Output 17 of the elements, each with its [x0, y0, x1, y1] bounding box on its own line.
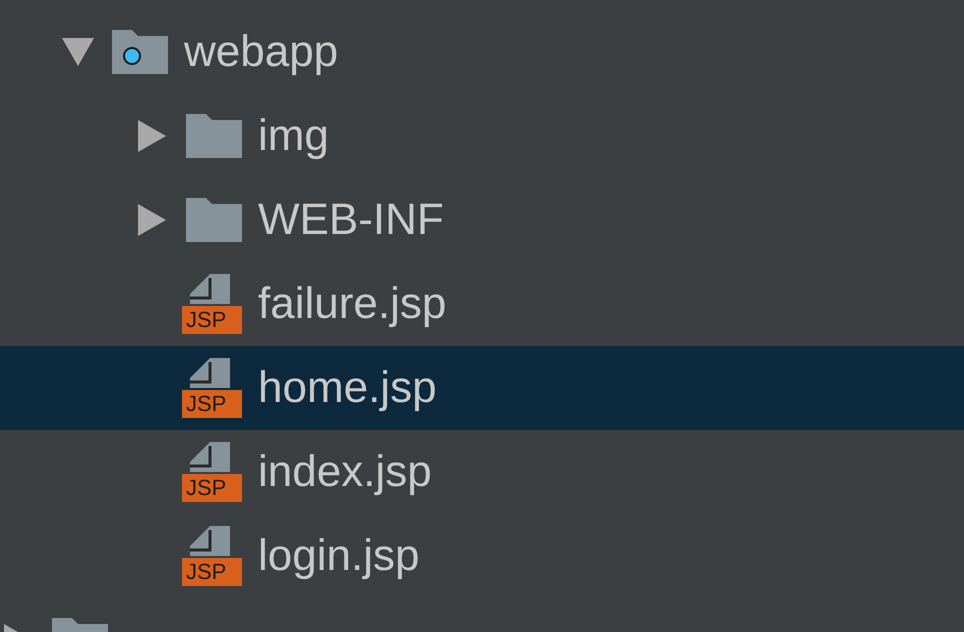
file-name: img — [258, 110, 329, 162]
tree-row[interactable]: JSP login.jsp — [0, 514, 964, 598]
folder-icon — [186, 114, 242, 158]
tree-row[interactable]: img — [0, 94, 964, 178]
file-name: index.jsp — [258, 446, 432, 498]
tree-row[interactable]: JSP home.jsp — [0, 346, 964, 430]
file-name: home.jsp — [258, 362, 437, 414]
source-folder-icon — [112, 30, 168, 74]
file-name: login.jsp — [258, 530, 420, 582]
file-name: WEB-INF — [258, 194, 444, 246]
folder-icon — [186, 198, 242, 242]
file-name: failure.jsp — [258, 278, 446, 330]
file-name: webapp — [184, 26, 338, 78]
tree-row[interactable]: JSP index.jsp — [0, 430, 964, 514]
tree-row[interactable]: webapp — [0, 10, 964, 94]
tree-row[interactable]: JSP failure.jsp — [0, 262, 964, 346]
tree-row[interactable]: WEB-INF — [0, 178, 964, 262]
